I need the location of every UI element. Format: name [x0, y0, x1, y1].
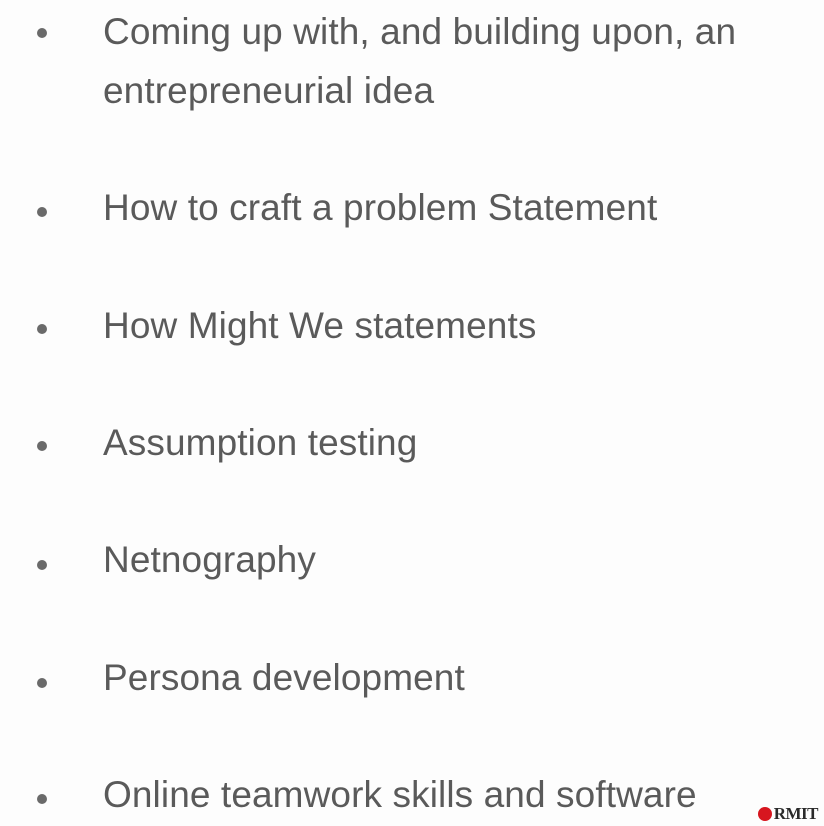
logo-dot-icon — [757, 807, 772, 821]
bullet-dot-icon — [37, 441, 47, 451]
bullet-dot-icon — [37, 560, 47, 570]
logo-text: RMIT — [773, 804, 819, 823]
list-item-text: Assumption testing — [103, 422, 418, 463]
list-item-text: Persona development — [103, 657, 465, 698]
bullet-dot-icon — [37, 324, 47, 334]
list-item-text: How Might We statements — [103, 305, 537, 346]
bullet-dot-icon — [37, 28, 47, 38]
bullet-dot-icon — [37, 207, 47, 217]
list-item-text: How to craft a problem Statement — [103, 187, 658, 228]
list-item-text: Coming up with, and building upon, an en… — [103, 11, 737, 111]
bullet-dot-icon — [37, 678, 47, 688]
list-item-text: Online teamwork skills and software — [103, 774, 697, 815]
bullet-dot-icon — [37, 794, 47, 804]
rmit-logo: RMIT — [757, 804, 819, 824]
slide: Coming up with, and building upon, an en… — [0, 0, 824, 826]
list-item-text: Netnography — [103, 539, 316, 580]
